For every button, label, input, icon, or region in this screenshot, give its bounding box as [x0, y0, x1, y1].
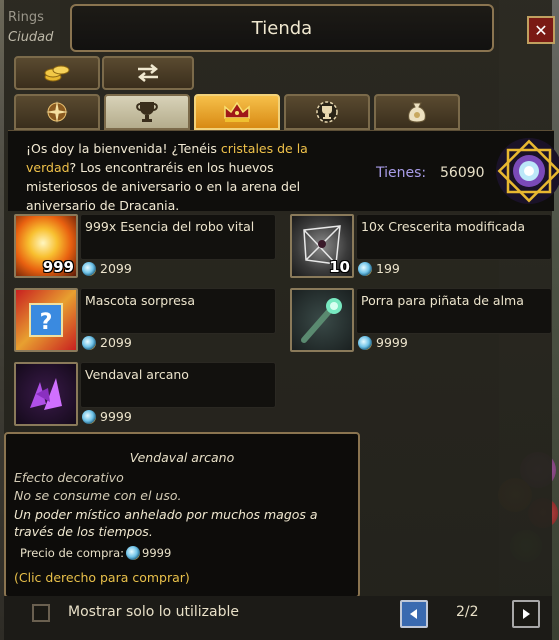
item-name-field[interactable]: Vendaval arcano — [80, 362, 276, 408]
gold-coins-icon — [44, 65, 70, 82]
item-price-value: 2099 — [100, 335, 132, 350]
item-icon-mascota[interactable]: ? — [14, 288, 78, 352]
city-label: Ciudad — [8, 30, 54, 45]
arcane-gale-icon — [30, 378, 62, 410]
item-price: 199 — [358, 261, 400, 276]
window-title-text: Tienda — [251, 17, 313, 39]
tooltip-effect: Efecto decorativo — [14, 470, 124, 485]
currency-balance: 56090 — [440, 165, 485, 181]
item-price: 2099 — [82, 335, 132, 350]
crystal-coin-icon — [82, 261, 96, 276]
medal-icon — [316, 101, 338, 123]
item-price: 2099 — [82, 261, 132, 276]
item-price: 9999 — [358, 335, 408, 350]
show-usable-label: Mostrar solo lo utilizable — [68, 604, 239, 620]
welcome-banner: ¡Os doy la bienvenida! ¿Tenéis cristales… — [8, 130, 559, 213]
item-icon-esencia[interactable]: 999 — [14, 214, 78, 278]
arrow-right-icon — [523, 609, 530, 619]
crystal-coin-icon — [82, 409, 96, 424]
banner-text-part1: ¡Os doy la bienvenida! ¿Tenéis — [26, 141, 221, 156]
item-name-field[interactable]: 10x Crescerita modificada — [356, 214, 552, 260]
window-title: Tienda — [70, 4, 494, 52]
item-icon-porra[interactable] — [290, 288, 354, 352]
item-quantity: 10 — [329, 258, 350, 276]
item-name-field[interactable]: 999x Esencia del robo vital — [80, 214, 276, 260]
crown-icon — [224, 101, 250, 122]
page-indicator: 2/2 — [456, 604, 479, 620]
tooltip-title: Vendaval arcano — [129, 450, 235, 465]
crystal-coin-icon — [358, 261, 372, 276]
exchange-arrows-icon — [137, 64, 159, 82]
crystal-coin-icon — [82, 335, 96, 350]
prev-page-button[interactable] — [400, 600, 428, 628]
next-page-button[interactable] — [512, 600, 540, 628]
banner-text: ¡Os doy la bienvenida! ¿Tenéis cristales… — [26, 139, 328, 215]
tooltip-price-value: 9999 — [142, 546, 172, 560]
close-button[interactable]: ✕ — [527, 16, 555, 44]
item-price-value: 2099 — [100, 261, 132, 276]
tab-money-bag[interactable] — [374, 94, 460, 130]
item-price: 9999 — [82, 409, 132, 424]
tooltip-price-label: Precio de compra: — [20, 546, 125, 560]
mystery-pet-icon: ? — [29, 303, 63, 337]
tab-crown[interactable] — [194, 94, 280, 130]
tooltip-consume: No se consume con el uso. — [14, 488, 182, 503]
trophy-icon — [136, 102, 158, 122]
category-exchange-button[interactable] — [102, 56, 194, 90]
world-label-top: Rings — [8, 10, 44, 25]
item-price-value: 9999 — [100, 409, 132, 424]
tooltip-price: Precio de compra: 9999 — [20, 546, 171, 560]
item-price-value: 199 — [376, 261, 400, 276]
crystal-coin-icon — [358, 335, 372, 350]
arrow-left-icon — [410, 609, 417, 619]
money-bag-icon — [408, 102, 426, 123]
tooltip-hint: (Clic derecho para comprar) — [14, 570, 190, 585]
pinata-club-icon — [301, 298, 342, 343]
item-name-field[interactable]: Porra para piñata de alma — [356, 288, 552, 334]
crystal-coin-icon — [126, 546, 141, 560]
show-usable-checkbox[interactable] — [32, 604, 50, 622]
item-icon-vendaval[interactable] — [14, 362, 78, 426]
tab-trophy[interactable] — [104, 94, 190, 130]
item-price-value: 9999 — [376, 335, 408, 350]
item-icon-crescerita[interactable]: 10 — [290, 214, 354, 278]
currency-label: Tienes: — [376, 165, 427, 181]
compass-icon — [46, 101, 68, 123]
svg-text:?: ? — [40, 310, 53, 335]
item-quantity: 999 — [42, 258, 74, 276]
tab-medal[interactable] — [284, 94, 370, 130]
item-name-field[interactable]: Mascota sorpresa — [80, 288, 276, 334]
tooltip-description: Un poder místico anhelado por muchos mag… — [14, 507, 318, 539]
truth-crystal-icon — [496, 138, 559, 204]
item-tooltip: Vendaval arcano Efecto decorativo No se … — [4, 432, 360, 598]
category-gold-button[interactable] — [14, 56, 100, 90]
tab-compass[interactable] — [14, 94, 100, 130]
